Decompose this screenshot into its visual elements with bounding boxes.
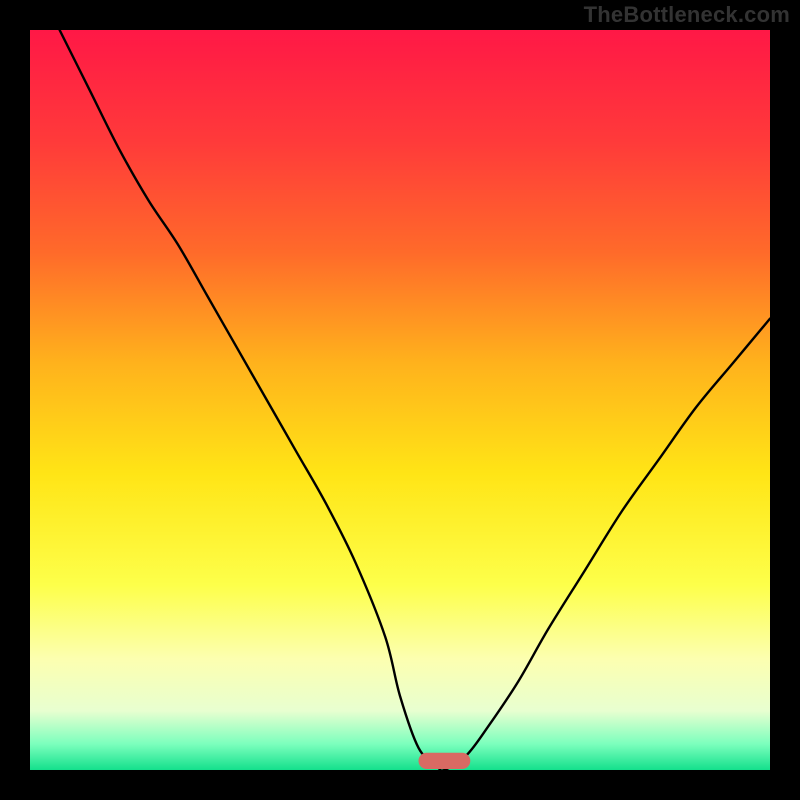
plot-area: [30, 30, 770, 770]
gradient-background: [30, 30, 770, 770]
watermark-label: TheBottleneck.com: [584, 2, 790, 28]
chart-frame: TheBottleneck.com: [0, 0, 800, 800]
bottleneck-chart: [30, 30, 770, 770]
optimum-marker: [419, 753, 471, 769]
